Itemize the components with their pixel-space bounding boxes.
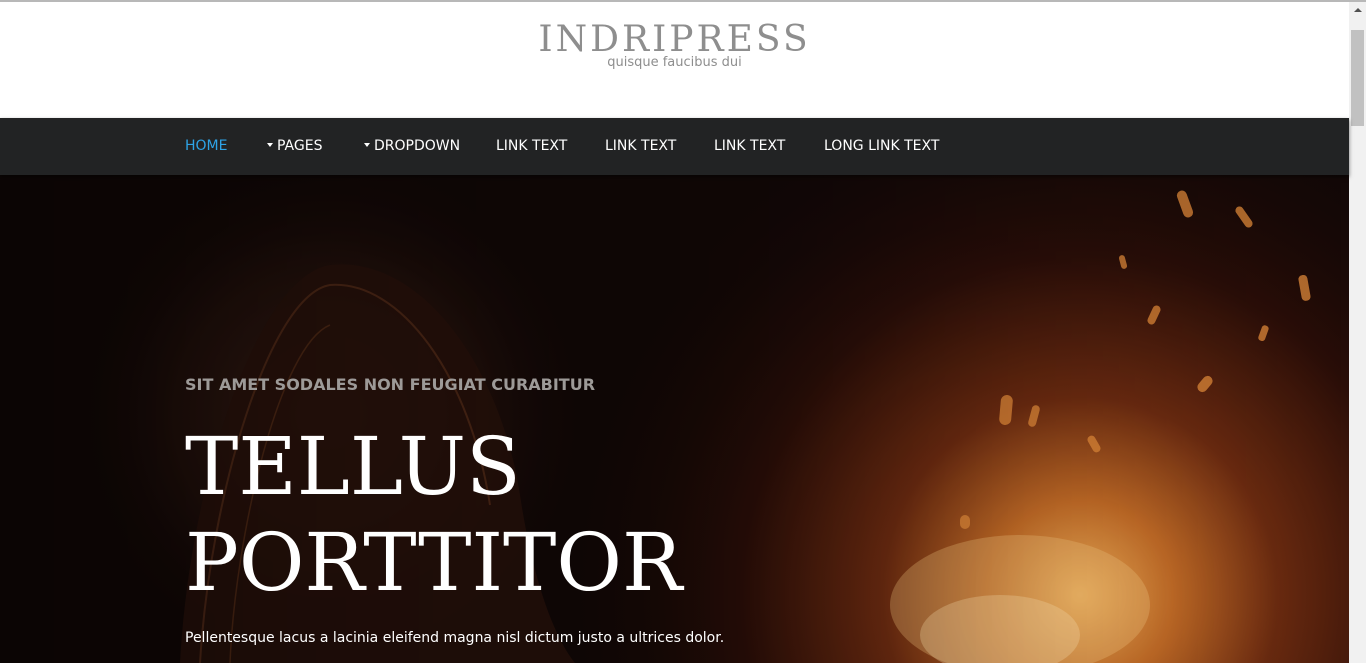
nav-item-home[interactable]: HOME [185, 118, 227, 175]
nav-item-label: LINK TEXT [496, 138, 568, 154]
vertical-scrollbar[interactable] [1349, 2, 1366, 663]
site-tagline: quisque faucibus dui [607, 55, 742, 70]
nav-item-pages[interactable]: PAGES [267, 118, 322, 175]
nav-item-label: DROPDOWN [374, 138, 461, 154]
nav-item-label: LONG LINK TEXT [824, 138, 940, 154]
hero-title: TELLUS PORTTITOR [185, 419, 682, 611]
hero-kicker: SIT AMET SODALES NON FEUGIAT CURABITUR [185, 375, 596, 394]
nav-item-label: LINK TEXT [714, 138, 786, 154]
main-navigation: HOME PAGES DROPDOWN LINK TEXT LINK TEXT … [0, 118, 1349, 175]
nav-item-long-link-text[interactable]: LONG LINK TEXT [824, 118, 939, 175]
caret-down-icon [364, 143, 370, 147]
scroll-up-button[interactable] [1349, 2, 1366, 19]
nav-item-dropdown[interactable]: DROPDOWN [364, 118, 460, 175]
nav-item-label: PAGES [277, 138, 323, 154]
hero-title-line-1: TELLUS [185, 420, 521, 513]
caret-down-icon [267, 143, 273, 147]
nav-item-link-text-3[interactable]: LINK TEXT [714, 118, 785, 175]
nav-item-label: HOME [185, 138, 228, 154]
hero-section: SIT AMET SODALES NON FEUGIAT CURABITUR T… [0, 175, 1349, 663]
chevron-up-icon [1354, 8, 1362, 12]
site-header: INDRIPRESS quisque faucibus dui [0, 2, 1349, 118]
scrollbar-thumb[interactable] [1351, 30, 1364, 126]
site-title[interactable]: INDRIPRESS [0, 20, 1349, 60]
hero-title-line-2: PORTTITOR [185, 516, 683, 609]
hero-body-text: Pellentesque lacus a lacinia eleifend ma… [185, 630, 725, 646]
nav-item-link-text-2[interactable]: LINK TEXT [605, 118, 676, 175]
nav-item-label: LINK TEXT [605, 138, 677, 154]
page: INDRIPRESS quisque faucibus dui HOME PAG… [0, 0, 1366, 663]
nav-item-link-text-1[interactable]: LINK TEXT [496, 118, 567, 175]
